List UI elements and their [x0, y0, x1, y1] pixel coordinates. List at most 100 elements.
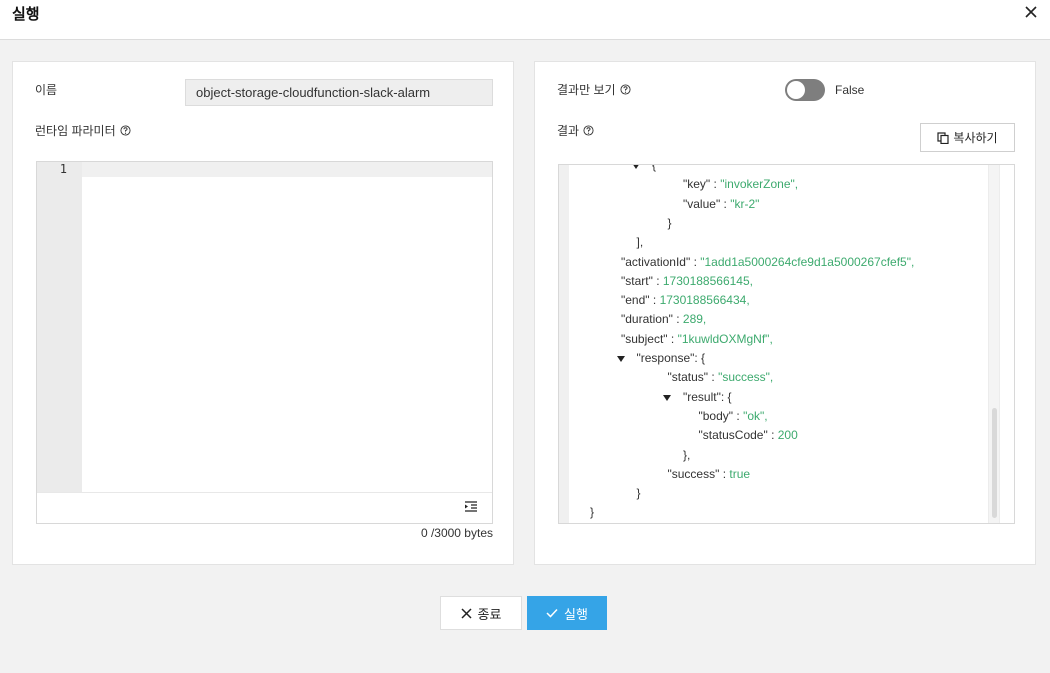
json-punct: }, [683, 447, 691, 462]
json-gutter [559, 165, 569, 523]
json-key: "value" [683, 196, 721, 211]
json-value: "1add1a5000264cfe9d1a5000267cfef5", [700, 254, 915, 269]
json-line: "key" : "invokerZone", [683, 175, 798, 194]
json-line: "statusCode" : 200 [699, 426, 798, 445]
json-punct: : [690, 254, 701, 269]
run-button[interactable]: 실행 [527, 596, 607, 630]
modal-title: 실행 [12, 6, 40, 23]
json-punct: : [710, 177, 721, 192]
editor-footer [37, 492, 492, 523]
collapse-caret-icon[interactable] [632, 164, 640, 169]
name-label: 이름 [35, 81, 57, 98]
json-punct: : [652, 273, 663, 288]
line-number: 1 [59, 162, 67, 176]
json-punct: ], [636, 235, 644, 250]
json-value: 1730188566434, [659, 293, 750, 308]
result-label-text: 결과 [557, 124, 580, 138]
copy-button-label: 복사하기 [953, 131, 998, 145]
json-punct: } [590, 505, 595, 520]
json-punct: : [649, 293, 660, 308]
help-icon[interactable] [620, 84, 631, 95]
scrollbar[interactable] [988, 165, 1000, 523]
result-only-label-text: 결과만 보기 [557, 83, 616, 97]
json-line: "start" : 1730188566145, [621, 272, 753, 291]
json-line: "subject" : "1kuwldOXMgNf", [621, 330, 773, 349]
json-line: } [590, 503, 594, 522]
json-key: "duration" [621, 312, 673, 327]
json-punct: } [636, 486, 641, 501]
json-key: "status" [667, 370, 709, 385]
json-line: }, [683, 446, 690, 465]
json-line: "status" : "success", [668, 368, 774, 387]
json-key: "result" [683, 389, 721, 404]
scrollbar-thumb[interactable] [992, 408, 997, 518]
json-line: ], [637, 233, 644, 252]
json-value: 1730188566145, [662, 273, 753, 288]
params-editor[interactable]: 1 [36, 161, 493, 524]
json-line: "activationId" : "1add1a5000264cfe9d1a50… [621, 253, 914, 272]
result-panel: 결과만 보기 False 결과 복사하기 { "key" : "invokerZo… [534, 61, 1036, 565]
modal-header: 실행 [0, 0, 1050, 40]
json-line: "end" : 1730188566434, [621, 291, 750, 310]
json-value: "kr-2" [730, 196, 760, 211]
json-line: "success" : true [668, 465, 751, 484]
check-icon [546, 608, 558, 618]
runtime-params-label: 런타임 파라미터 [35, 122, 131, 139]
json-line: "value" : "kr-2" [683, 195, 759, 214]
active-line-highlight [37, 162, 492, 177]
byte-counter: 0 /3000 bytes [420, 526, 493, 540]
json-punct: : [733, 408, 744, 423]
collapse-caret-icon[interactable] [616, 356, 625, 362]
json-key: "activationId" [621, 254, 691, 269]
toggle-state-text: False [835, 83, 865, 97]
x-icon [461, 607, 472, 619]
result-json-viewer[interactable]: {"key" : "invokerZone", "value" : "kr-2"}… [558, 164, 1015, 524]
json-line: { [652, 164, 657, 175]
result-only-label: 결과만 보기 [557, 81, 631, 98]
editor-gutter: 1 [37, 162, 82, 492]
action-name-field: object-storage-cloudfunction-slack-alarm [185, 79, 493, 106]
copy-button[interactable]: 복사하기 [920, 123, 1015, 152]
collapse-caret-icon[interactable] [663, 394, 671, 401]
close-button-label: 종료 [477, 606, 502, 622]
json-punct: : [672, 312, 683, 327]
json-punct: : { [694, 351, 706, 365]
json-line: "response": { [637, 349, 706, 368]
params-panel: 이름 object-storage-cloudfunction-slack-al… [12, 61, 514, 565]
json-key: "response" [636, 351, 695, 365]
json-key: "body" [698, 408, 734, 423]
result-only-toggle[interactable] [785, 79, 825, 101]
json-value: 289, [682, 312, 707, 327]
json-punct: : { [720, 389, 732, 404]
result-label: 결과 [557, 122, 594, 139]
json-line: "duration" : 289, [621, 310, 706, 329]
json-line: "body" : "ok", [699, 407, 768, 426]
json-punct: : [767, 428, 778, 443]
json-value: "1kuwldOXMgNf", [677, 331, 773, 346]
run-button-label: 실행 [564, 606, 588, 622]
help-icon[interactable] [583, 125, 594, 136]
json-key: "key" [683, 177, 711, 192]
json-line: } [668, 214, 672, 233]
json-value: "ok", [743, 408, 768, 423]
json-key: "success" [667, 466, 720, 481]
json-key: "subject" [621, 331, 668, 346]
help-icon[interactable] [120, 125, 131, 136]
close-button[interactable]: 종료 [440, 596, 522, 630]
name-label-text: 이름 [35, 83, 58, 97]
json-line: "result": { [683, 388, 732, 407]
toggle-knob [787, 81, 805, 99]
close-icon[interactable] [1022, 3, 1040, 21]
json-value: 200 [777, 428, 798, 443]
format-indent-icon[interactable] [464, 500, 478, 514]
json-punct: { [652, 164, 657, 172]
json-punct: : [720, 196, 731, 211]
json-key: "statusCode" [698, 428, 768, 443]
json-punct: : [708, 370, 719, 385]
json-value: "success", [718, 370, 774, 385]
json-value: "invokerZone", [720, 177, 799, 192]
json-line: } [637, 484, 641, 503]
json-value: true [729, 466, 751, 481]
runtime-params-label-text: 런타임 파라미터 [35, 124, 116, 138]
copy-icon [937, 131, 950, 144]
